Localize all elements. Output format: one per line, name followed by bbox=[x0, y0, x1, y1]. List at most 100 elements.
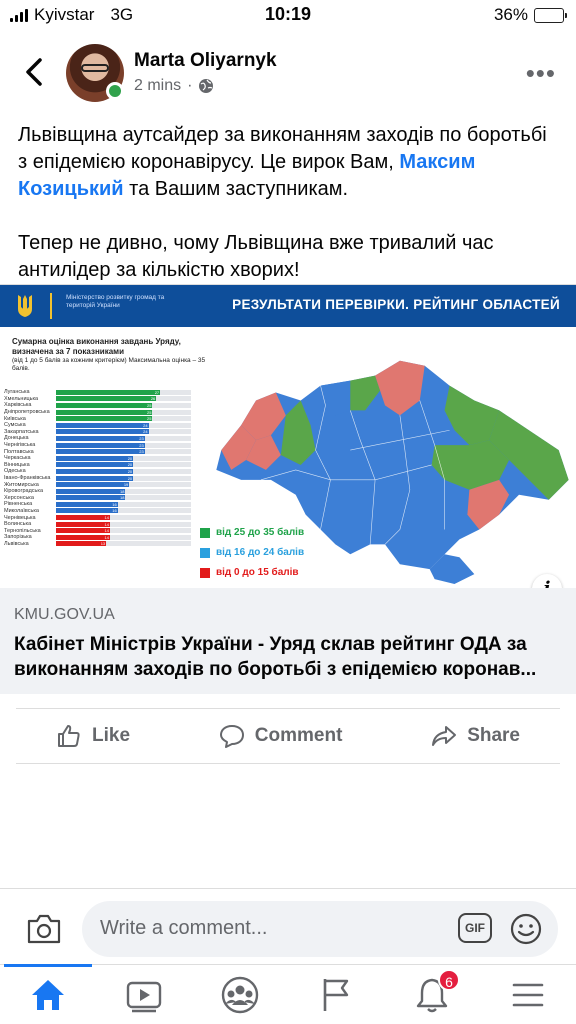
ranking-region-label: Волинська bbox=[4, 521, 32, 528]
comment-bubble-icon bbox=[219, 725, 244, 748]
ranking-value: 14 bbox=[104, 521, 109, 527]
ranking-bar-track: 14 bbox=[56, 521, 191, 527]
ranking-bar: 20 bbox=[56, 475, 134, 481]
ranking-region-label: Сумська bbox=[4, 422, 26, 429]
ranking-row: Донецька 23 bbox=[4, 435, 204, 442]
ranking-region-label: Тернопільська bbox=[4, 527, 41, 534]
link-preview-image[interactable]: Міністерство розвитку громад та територі… bbox=[0, 285, 576, 588]
comment-button[interactable]: Comment bbox=[219, 723, 342, 749]
ranking-value: 26 bbox=[150, 396, 156, 402]
ranking-bar: 14 bbox=[56, 534, 110, 540]
status-bar: Kyivstar 3G 10:19 36% bbox=[0, 0, 576, 30]
bottom-tab-bar: 6 bbox=[0, 964, 576, 1024]
trident-logo-icon bbox=[18, 295, 32, 317]
pages-flag-icon[interactable] bbox=[316, 975, 356, 1015]
infographic-banner: Міністерство розвитку громад та територі… bbox=[0, 285, 576, 327]
ranking-region-label: Київська bbox=[4, 415, 26, 422]
link-domain: KMU.GOV.UA bbox=[14, 606, 115, 623]
legend-red: від 0 до 15 балів bbox=[200, 567, 299, 578]
more-options-icon[interactable]: ••• bbox=[526, 58, 556, 89]
post-time[interactable]: 2 mins bbox=[134, 77, 181, 95]
ranking-value: 25 bbox=[146, 409, 152, 415]
ranking-region-label: Закарпатська bbox=[4, 428, 39, 435]
ranking-bar: 13 bbox=[56, 541, 107, 547]
share-button[interactable]: Share bbox=[431, 723, 520, 749]
post-paragraph-1: Львівщина аутсайдер за виконанням заході… bbox=[18, 124, 547, 200]
infographic-subnote: (від 1 до 5 балів за кожним критерієм) М… bbox=[12, 357, 206, 372]
ministry-name: Міністерство розвитку громад та територі… bbox=[66, 294, 165, 309]
ranking-bar: 16 bbox=[56, 508, 118, 514]
author-name[interactable]: Marta Oliyarnyk bbox=[134, 50, 277, 72]
home-icon[interactable] bbox=[28, 975, 68, 1015]
ranking-bar: 27 bbox=[56, 389, 161, 395]
gif-button[interactable]: GIF bbox=[458, 913, 492, 943]
ranking-value: 25 bbox=[146, 416, 152, 422]
ranking-bar-track: 18 bbox=[56, 488, 191, 494]
share-arrow-icon bbox=[432, 726, 457, 746]
ranking-value: 20 bbox=[127, 462, 133, 468]
ranking-region-label: Житомирська bbox=[4, 481, 39, 488]
ranking-bar: 23 bbox=[56, 435, 145, 441]
link-preview-card[interactable]: Міністерство розвитку громад та територі… bbox=[0, 284, 576, 694]
ranking-value: 19 bbox=[123, 482, 129, 488]
ranking-row: Чернівецька 14 bbox=[4, 514, 204, 521]
ranking-bar: 14 bbox=[56, 515, 110, 521]
ranking-value: 20 bbox=[127, 475, 133, 481]
ranking-row: Одеська 20 bbox=[4, 468, 204, 475]
legend-blue: від 16 до 24 балів bbox=[200, 547, 304, 558]
ranking-bar-track: 16 bbox=[56, 508, 191, 514]
ranking-value: 14 bbox=[104, 528, 109, 534]
thumbs-up-icon bbox=[58, 725, 80, 747]
comment-input[interactable]: Write a comment... GIF bbox=[82, 901, 558, 957]
ranking-region-label: Запорізька bbox=[4, 534, 32, 541]
ranking-bar-track: 23 bbox=[56, 442, 191, 448]
battery-percent: 36% bbox=[493, 5, 528, 24]
groups-icon[interactable] bbox=[220, 975, 260, 1015]
ranking-row: Полтавська 23 bbox=[4, 448, 204, 455]
notification-count-badge: 6 bbox=[438, 969, 460, 991]
ranking-region-label: Дніпропетровська bbox=[4, 409, 50, 416]
ranking-bar-track: 18 bbox=[56, 495, 191, 501]
ranking-value: 20 bbox=[127, 468, 133, 474]
watch-video-icon[interactable] bbox=[124, 975, 164, 1015]
ranking-region-label: Одеська bbox=[4, 468, 26, 475]
ranking-row: Луганська 27 bbox=[4, 389, 204, 396]
back-arrow-icon[interactable] bbox=[20, 54, 50, 90]
ranking-row: Сумська 24 bbox=[4, 422, 204, 429]
ranking-value: 24 bbox=[143, 429, 148, 435]
ranking-bar: 16 bbox=[56, 501, 118, 507]
ranking-region-label: Кіровоградська bbox=[4, 488, 43, 495]
ranking-bar-track: 14 bbox=[56, 515, 191, 521]
link-preview-footer[interactable]: KMU.GOV.UA Кабінет Міністрів України - У… bbox=[0, 588, 576, 694]
comment-placeholder: Write a comment... bbox=[100, 917, 268, 939]
infographic-subtitle: Сумарна оцінка виконання завдань Уряду, … bbox=[12, 337, 181, 356]
ranking-value: 27 bbox=[154, 389, 160, 395]
ranking-region-label: Донецька bbox=[4, 435, 29, 442]
ranking-region-label: Чернігівська bbox=[4, 442, 36, 449]
ranking-bar: 20 bbox=[56, 455, 134, 461]
ranking-row: Харківська 25 bbox=[4, 402, 204, 409]
legend-green: від 25 до 35 балів bbox=[200, 527, 304, 538]
ranking-row: Кіровоградська 18 bbox=[4, 488, 204, 495]
ranking-value: 14 bbox=[104, 515, 109, 521]
ranking-bar-track: 27 bbox=[56, 389, 191, 395]
menu-icon[interactable] bbox=[508, 975, 548, 1015]
ranking-bar-track: 14 bbox=[56, 528, 191, 534]
ranking-bar: 14 bbox=[56, 528, 110, 534]
ranking-row: Вінницька 20 bbox=[4, 462, 204, 469]
ranking-region-label: Вінницька bbox=[4, 461, 30, 468]
post-actions: Like Comment Share bbox=[16, 708, 560, 764]
camera-icon[interactable] bbox=[26, 913, 62, 945]
ranking-region-label: Івано-Франківська bbox=[4, 475, 51, 482]
ranking-bar: 20 bbox=[56, 462, 134, 468]
ranking-row: Івано-Франківська 20 bbox=[4, 475, 204, 482]
ranking-bar: 25 bbox=[56, 402, 153, 408]
ranking-bar: 14 bbox=[56, 521, 110, 527]
link-title[interactable]: Кабінет Міністрів України - Уряд склав р… bbox=[14, 632, 566, 682]
ranking-value: 23 bbox=[139, 435, 144, 441]
emoji-icon[interactable] bbox=[508, 911, 544, 947]
like-button[interactable]: Like bbox=[56, 723, 130, 749]
ranking-bar: 25 bbox=[56, 416, 153, 422]
comment-composer: Write a comment... GIF bbox=[0, 888, 576, 966]
ranking-value: 23 bbox=[139, 449, 144, 455]
